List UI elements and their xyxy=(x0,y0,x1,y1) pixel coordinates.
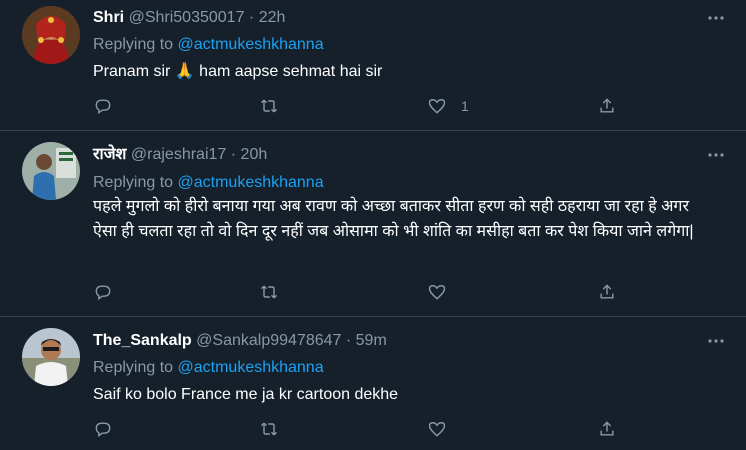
reply-button[interactable] xyxy=(93,280,113,304)
replying-label: Replying to xyxy=(93,174,174,191)
reply-icon xyxy=(95,422,111,438)
author-name[interactable]: Shri xyxy=(93,9,124,26)
tweet-header: Shri @Shri50350017 · 22h xyxy=(93,7,285,29)
author-handle[interactable]: @Shri50350017 xyxy=(129,9,245,26)
author-handle[interactable]: @Sankalp99478647 xyxy=(196,332,341,349)
heart-icon xyxy=(428,285,446,300)
like-button[interactable] xyxy=(427,280,461,304)
author-handle[interactable]: @rajeshrai17 xyxy=(131,146,226,163)
retweet-button[interactable] xyxy=(259,94,279,118)
tweet-2[interactable]: राजेश @rajeshrai17 · 20h Replying to @ac… xyxy=(0,131,746,317)
author-name[interactable]: राजेश xyxy=(93,146,126,163)
reply-button[interactable] xyxy=(93,417,113,441)
share-icon xyxy=(600,421,614,436)
replying-label: Replying to xyxy=(93,36,174,53)
heart-icon xyxy=(428,99,446,114)
mention-link[interactable]: @actmukeshkhanna xyxy=(178,36,324,53)
tweet-text: Saif ko bolo France me ja kr cartoon dek… xyxy=(93,386,399,403)
retweet-button[interactable] xyxy=(259,417,279,441)
reply-icon xyxy=(95,285,111,301)
like-button[interactable] xyxy=(427,417,461,441)
separator: · xyxy=(230,146,237,163)
more-icon[interactable] xyxy=(704,146,728,168)
tweet-text: Pranam sir 🙏 ham aapse sehmat hai sir xyxy=(93,63,383,80)
replying-label: Replying to xyxy=(93,359,174,376)
reply-icon xyxy=(95,99,111,115)
replying-to: Replying to @actmukeshkhanna xyxy=(93,357,324,379)
retweet-icon xyxy=(260,285,278,299)
more-icon[interactable] xyxy=(704,9,728,31)
tweet-text: पहले मुगलो को हीरो बनाया गया अब रावण को … xyxy=(93,198,694,240)
like-button[interactable]: 1 xyxy=(427,94,469,118)
retweet-icon xyxy=(260,422,278,436)
replying-to: Replying to @actmukeshkhanna xyxy=(93,34,324,56)
separator: · xyxy=(248,9,255,26)
heart-icon xyxy=(428,422,446,437)
avatar[interactable] xyxy=(22,6,80,64)
tweet-header: The_Sankalp @Sankalp99478647 · 59m xyxy=(93,330,387,352)
tweet-actions xyxy=(93,280,633,304)
share-button[interactable] xyxy=(597,417,617,441)
separator: · xyxy=(345,332,352,349)
like-count: 1 xyxy=(461,98,469,114)
avatar[interactable] xyxy=(22,328,80,386)
more-icon[interactable] xyxy=(704,332,728,354)
reply-button[interactable] xyxy=(93,94,113,118)
tweet-header: राजेश @rajeshrai17 · 20h xyxy=(93,144,267,166)
retweet-button[interactable] xyxy=(259,280,279,304)
avatar[interactable] xyxy=(22,142,80,200)
share-button[interactable] xyxy=(597,280,617,304)
tweet-actions xyxy=(93,417,633,441)
tweet-3[interactable]: The_Sankalp @Sankalp99478647 · 59m Reply… xyxy=(0,317,746,450)
timestamp[interactable]: 20h xyxy=(241,146,268,163)
author-name[interactable]: The_Sankalp xyxy=(93,332,192,349)
share-button[interactable] xyxy=(597,94,617,118)
share-icon xyxy=(600,98,614,113)
tweet-actions: 1 xyxy=(93,94,633,118)
timestamp[interactable]: 59m xyxy=(356,332,387,349)
retweet-icon xyxy=(260,99,278,113)
mention-link[interactable]: @actmukeshkhanna xyxy=(178,174,324,191)
mention-link[interactable]: @actmukeshkhanna xyxy=(178,359,324,376)
replying-to: Replying to @actmukeshkhanna xyxy=(93,172,324,194)
tweet-1[interactable]: Shri @Shri50350017 · 22h Replying to @ac… xyxy=(0,0,746,131)
timestamp[interactable]: 22h xyxy=(259,9,286,26)
share-icon xyxy=(600,284,614,299)
